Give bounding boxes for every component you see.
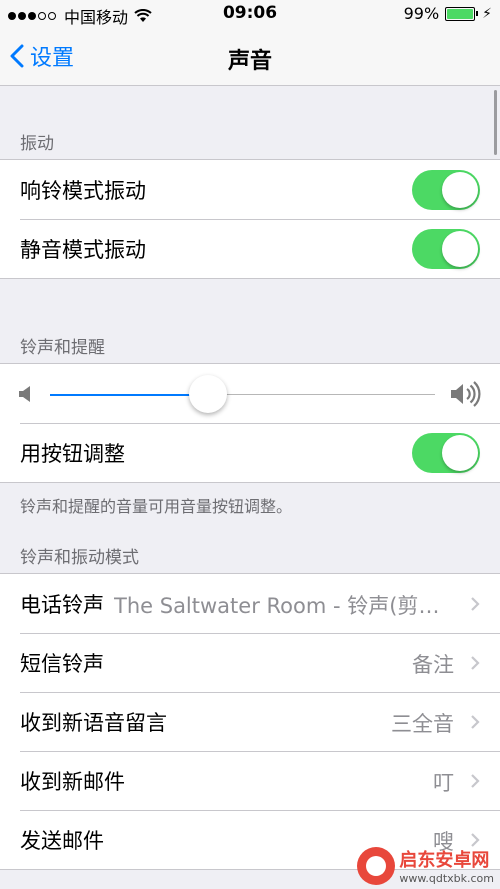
row-label: 收到新邮件 xyxy=(20,770,125,794)
patterns-group: 电话铃声 The Saltwater Room - 铃声(剪辑版) 短信铃声 备… xyxy=(0,573,500,870)
section-header-vibration: 振动 xyxy=(20,134,54,154)
watermark-url: www.qdtxbk.com xyxy=(399,872,494,885)
ring-vibrate-toggle[interactable] xyxy=(412,170,480,210)
ringer-footer-note: 铃声和提醒的音量可用音量按钮调整。 xyxy=(20,497,293,516)
row-ring-vibrate: 响铃模式振动 xyxy=(0,160,500,219)
charging-bolt-icon: ⚡ xyxy=(482,5,492,22)
row-text-tone[interactable]: 短信铃声 备注 xyxy=(0,633,500,692)
row-silent-vibrate: 静音模式振动 xyxy=(0,219,500,278)
row-label: 响铃模式振动 xyxy=(20,179,146,203)
page-title: 声音 xyxy=(227,49,272,74)
watermark-text: 启东安卓网 www.qdtxbk.com xyxy=(399,846,494,885)
change-with-buttons-toggle[interactable] xyxy=(412,433,480,473)
row-value: The Saltwater Room - 铃声(剪辑版) xyxy=(114,594,454,618)
row-label: 发送邮件 xyxy=(20,829,104,853)
row-label: 收到新语音留言 xyxy=(20,711,167,735)
row-label: 短信铃声 xyxy=(20,652,104,676)
row-label: 静音模式振动 xyxy=(20,238,146,262)
scrollbar[interactable] xyxy=(494,90,497,155)
row-volume-slider xyxy=(0,364,500,423)
silent-vibrate-toggle[interactable] xyxy=(412,229,480,269)
row-ringtone[interactable]: 电话铃声 The Saltwater Room - 铃声(剪辑版) xyxy=(0,574,500,633)
volume-slider-track[interactable] xyxy=(207,394,435,395)
row-value: 三全音 xyxy=(391,712,454,736)
volume-high-icon xyxy=(451,381,481,407)
row-value: 备注 xyxy=(412,653,454,677)
vibration-group: 响铃模式振动 静音模式振动 xyxy=(0,159,500,279)
chevron-right-icon xyxy=(471,715,480,729)
chevron-right-icon xyxy=(471,774,480,788)
chevron-right-icon xyxy=(471,656,480,670)
section-header-patterns: 铃声和振动模式 xyxy=(20,548,139,568)
row-label: 电话铃声 xyxy=(20,593,104,617)
watermark-title: 启东安卓网 xyxy=(399,850,490,871)
row-new-voicemail[interactable]: 收到新语音留言 三全音 xyxy=(0,692,500,751)
ringer-group: 用按钮调整 xyxy=(0,363,500,483)
volume-slider-fill xyxy=(50,394,208,396)
row-label: 用按钮调整 xyxy=(20,442,125,466)
battery-fill xyxy=(447,8,473,19)
watermark: 启东安卓网 www.qdtxbk.com xyxy=(357,846,494,885)
status-right: 99% ⚡ xyxy=(404,4,492,23)
status-bar: 中国移动 09:06 99% ⚡ xyxy=(0,0,500,28)
battery-tip xyxy=(476,11,479,16)
watermark-logo-icon xyxy=(357,846,396,885)
nav-bar: 设置 声音 xyxy=(0,28,500,86)
volume-low-icon xyxy=(19,386,30,402)
section-header-ringer: 铃声和提醒 xyxy=(20,338,105,358)
volume-slider-thumb[interactable] xyxy=(188,375,227,413)
battery-percent: 99% xyxy=(403,4,440,23)
row-value: 叮 xyxy=(433,771,454,795)
row-change-with-buttons: 用按钮调整 xyxy=(0,423,500,482)
battery-icon xyxy=(445,6,476,21)
row-new-mail[interactable]: 收到新邮件 叮 xyxy=(0,751,500,810)
chevron-right-icon xyxy=(471,597,480,611)
